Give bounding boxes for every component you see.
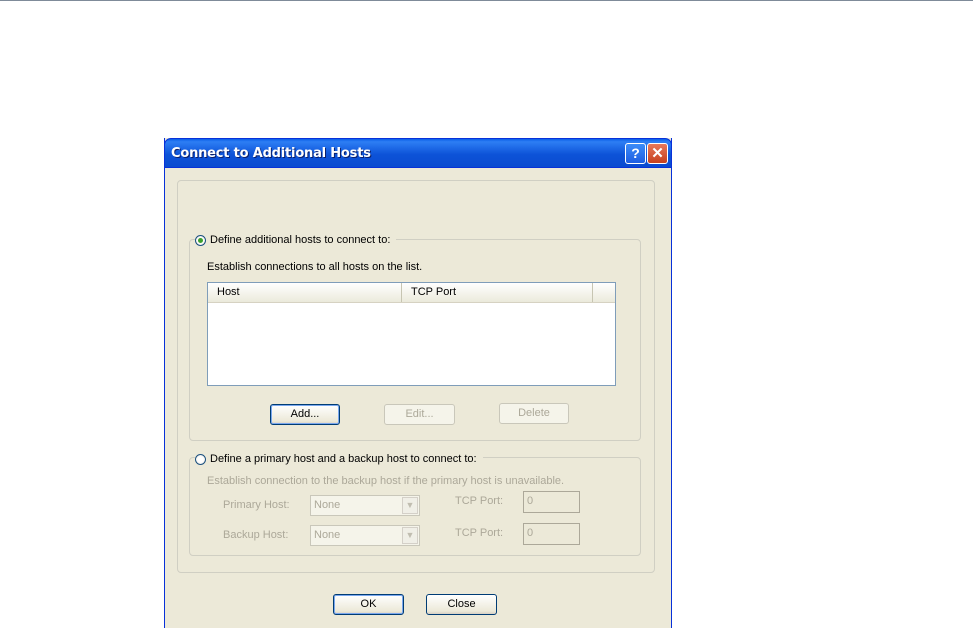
radio-define-primary-backup-label: Define a primary host and a backup host … bbox=[210, 453, 477, 465]
primary-tcp-port-field[interactable]: 0 bbox=[523, 491, 580, 513]
primary-tcp-port-label: TCP Port: bbox=[455, 495, 504, 507]
column-header-tcp-port[interactable]: TCP Port bbox=[402, 283, 593, 302]
radio-define-primary-backup[interactable]: Define a primary host and a backup host … bbox=[195, 453, 483, 465]
connect-additional-hosts-dialog: Connect to Additional Hosts ? ✕ Define a… bbox=[164, 138, 672, 628]
column-tcp-port-label: TCP Port bbox=[411, 286, 457, 298]
edit-button[interactable]: Edit... bbox=[384, 404, 455, 425]
backup-host-label: Backup Host: bbox=[223, 529, 289, 541]
title-bar[interactable]: Connect to Additional Hosts ? ✕ bbox=[164, 138, 672, 168]
top-border-line bbox=[0, 0, 973, 1]
backup-tcp-port-value: 0 bbox=[527, 527, 534, 539]
column-host-label: Host bbox=[217, 286, 240, 298]
help-button[interactable]: ? bbox=[625, 143, 646, 164]
radio-unselected-icon[interactable] bbox=[195, 453, 206, 465]
primary-host-value: None bbox=[314, 499, 341, 511]
ok-button[interactable]: OK bbox=[333, 594, 404, 615]
primary-tcp-port-value: 0 bbox=[527, 495, 534, 507]
primary-host-select[interactable]: None ▼ bbox=[310, 495, 420, 516]
additional-hosts-description: Establish connections to all hosts on th… bbox=[207, 261, 423, 273]
close-window-button[interactable]: ✕ bbox=[647, 143, 668, 164]
close-icon: ✕ bbox=[651, 145, 664, 162]
close-button[interactable]: Close bbox=[426, 594, 497, 615]
backup-tcp-port-label: TCP Port: bbox=[455, 527, 504, 539]
backup-host-select[interactable]: None ▼ bbox=[310, 525, 420, 546]
radio-define-additional-hosts[interactable]: Define additional hosts to connect to: bbox=[195, 234, 397, 246]
backup-tcp-port-field[interactable]: 0 bbox=[523, 523, 580, 545]
delete-button[interactable]: Delete bbox=[499, 403, 569, 424]
column-header-host[interactable]: Host bbox=[208, 283, 402, 302]
hosts-list[interactable]: Host TCP Port bbox=[207, 282, 616, 386]
dialog-title: Connect to Additional Hosts bbox=[171, 146, 371, 161]
hosts-list-header: Host TCP Port bbox=[208, 283, 615, 303]
radio-define-additional-hosts-label: Define additional hosts to connect to: bbox=[210, 234, 391, 246]
chevron-down-icon[interactable]: ▼ bbox=[402, 527, 418, 544]
primary-backup-description: Establish connection to the backup host … bbox=[207, 475, 565, 487]
radio-selected-icon[interactable] bbox=[195, 234, 206, 246]
backup-host-value: None bbox=[314, 529, 341, 541]
help-icon: ? bbox=[631, 145, 640, 161]
primary-host-label: Primary Host: bbox=[223, 499, 290, 511]
chevron-down-icon[interactable]: ▼ bbox=[402, 497, 418, 514]
add-button[interactable]: Add... bbox=[270, 404, 340, 425]
